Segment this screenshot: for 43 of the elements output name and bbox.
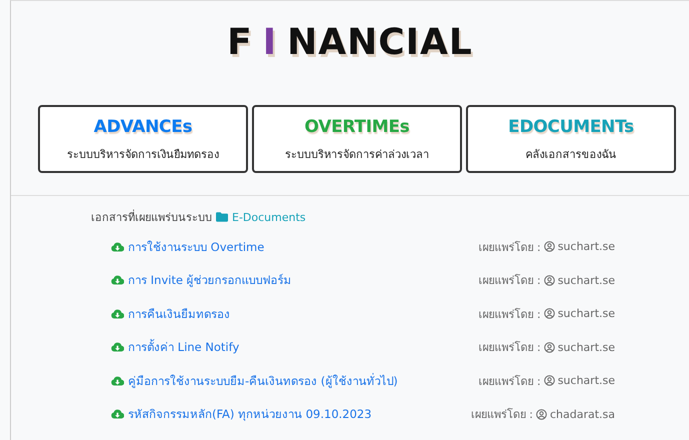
cloud-download-icon	[111, 242, 124, 252]
document-link[interactable]: รหัสกิจกรรมหลัก(FA) ทุกหน่วยงาน 09.10.2023	[111, 405, 372, 424]
author-name: suchart.se	[558, 340, 615, 354]
card-title: OVERTIMEs	[304, 117, 410, 137]
system-card[interactable]: EDOCUMENTs คลังเอกสารของฉัน	[466, 105, 676, 173]
card-title: EDOCUMENTs	[508, 117, 634, 137]
published-by-label: เผยแพร่โดย :	[478, 240, 541, 256]
system-card[interactable]: ADVANCEs ระบบบริหารจัดการเงินยืมทดรอง	[38, 105, 248, 173]
author-name: suchart.se	[558, 274, 615, 287]
card-subtitle: ระบบบริหารจัดการค่าล่วงเวลา	[285, 147, 429, 163]
published-by-label: เผยแพร่โดย :	[478, 374, 541, 390]
published-by-label: เผยแพร่โดย :	[478, 273, 541, 290]
document-link[interactable]: การคืนเงินยืมทดรอง	[111, 304, 230, 323]
cloud-download-icon	[111, 275, 124, 286]
author-name: suchart.se	[558, 374, 615, 388]
logo-text: F I NANCIAL	[227, 23, 473, 59]
folder-link[interactable]: E-Documents	[216, 210, 306, 224]
document-link[interactable]: คู่มือการใช้งานระบบยืม-คืนเงินทดรอง (ผู้ใช้งานทั่วไป)	[111, 372, 398, 390]
document-link[interactable]: การตั้งค่า Line Notify	[111, 338, 240, 356]
system-card[interactable]: OVERTIMEs ระบบบริหารจัดการค่าล่วงเวลา	[252, 105, 462, 173]
author-name: suchart.se	[558, 307, 615, 320]
user-circle-icon	[544, 274, 555, 286]
user-circle-icon	[544, 308, 555, 320]
section-heading: เอกสารที่เผยแพร่บนระบบ	[91, 208, 212, 226]
published-by-label: เผยแพร่โดย :	[470, 407, 533, 424]
user-circle-icon	[544, 375, 555, 386]
cloud-download-icon	[111, 376, 124, 386]
cloud-download-icon	[111, 342, 124, 352]
user-circle-icon	[536, 408, 547, 420]
card-subtitle: คลังเอกสารของฉัน	[526, 147, 616, 163]
published-by-label: เผยแพร่โดย :	[478, 306, 541, 323]
card-subtitle: ระบบบริหารจัดการเงินยืมทดรอง	[67, 147, 219, 163]
author-name: chadarat.sa	[550, 408, 615, 421]
document-link[interactable]: การ Invite ผู้ช่วยกรอกแบบฟอร์ม	[111, 271, 292, 290]
document-link[interactable]: การใช้งานระบบ Overtime	[111, 238, 264, 256]
user-circle-icon	[544, 342, 555, 353]
user-circle-icon	[544, 241, 555, 252]
author-name: suchart.se	[558, 240, 615, 254]
card-title: ADVANCEs	[94, 117, 192, 137]
folder-icon	[216, 212, 228, 222]
cloud-download-icon	[111, 409, 124, 420]
cloud-download-icon	[111, 308, 124, 319]
published-by-label: เผยแพร่โดย :	[478, 340, 541, 356]
